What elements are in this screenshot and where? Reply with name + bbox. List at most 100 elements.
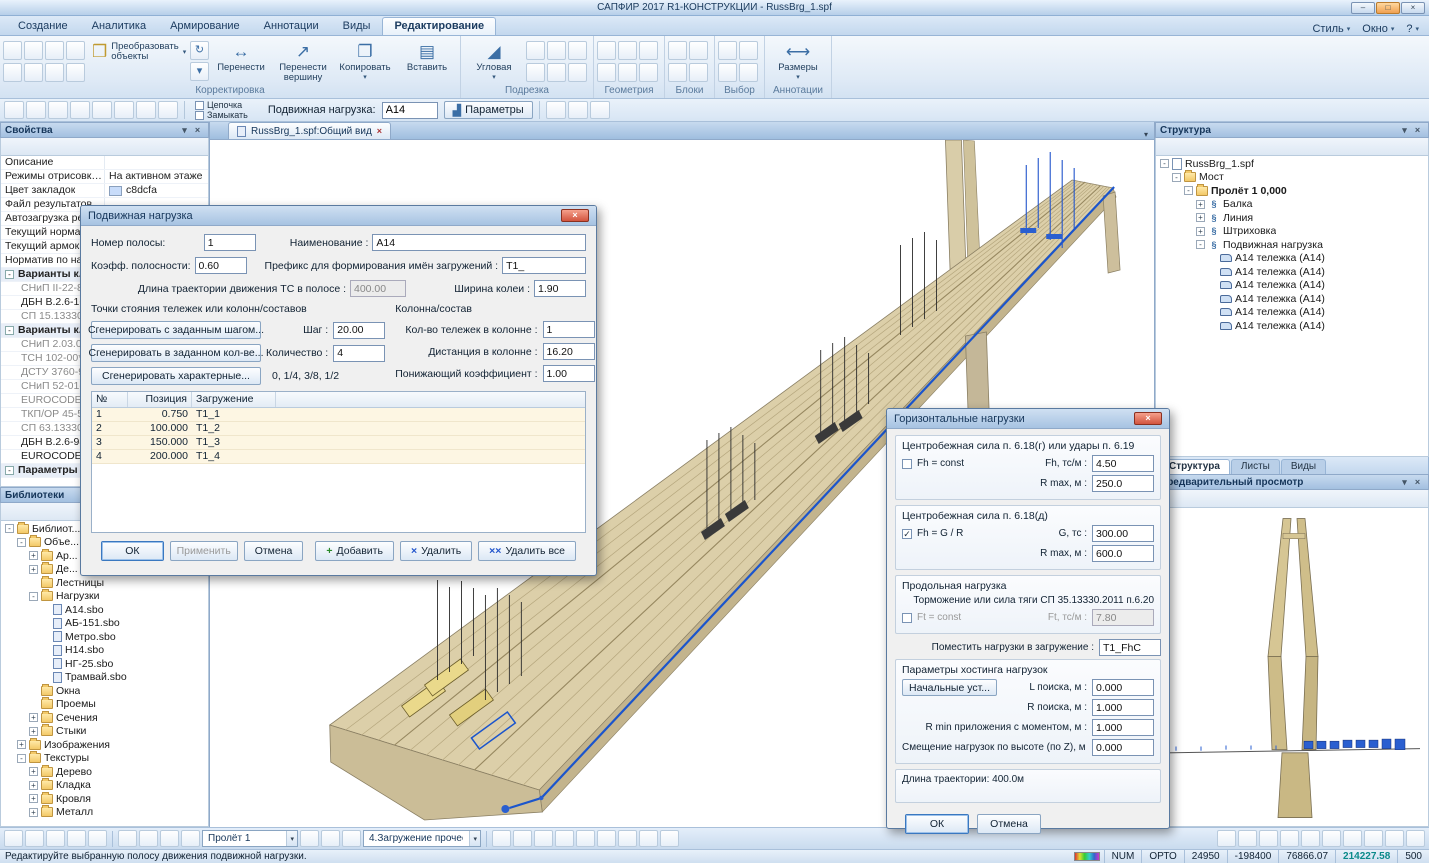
tree-expander[interactable]: + — [29, 727, 38, 736]
window-icon[interactable] — [597, 830, 616, 847]
quick-access-icon[interactable] — [38, 1, 53, 14]
property-value[interactable]: c8dcfa — [105, 184, 208, 197]
num-lock-indicator[interactable]: NUM — [1104, 850, 1142, 863]
draw-tool-icon[interactable] — [4, 101, 24, 119]
window-menu[interactable]: Окно▾ — [1362, 23, 1394, 35]
close-button[interactable]: × — [1401, 2, 1425, 14]
snap-icon[interactable] — [1280, 830, 1299, 847]
structure-tree-item[interactable]: + § Линия — [1156, 211, 1428, 225]
loadcase-icon[interactable] — [321, 830, 340, 847]
structure-tree-item[interactable]: + § Штриховка — [1156, 225, 1428, 239]
lane-number-input[interactable] — [204, 234, 256, 251]
display-icon[interactable] — [181, 830, 200, 847]
structure-tree-item[interactable]: A14 тележка (A14) — [1156, 292, 1428, 306]
edit-tool-icon[interactable] — [3, 63, 22, 82]
viewport-tab[interactable]: RussBrg_1.spf:Общий вид × — [228, 122, 391, 139]
library-tree-item[interactable]: H14.sbo — [1, 644, 208, 658]
view-mode-icon[interactable] — [88, 830, 107, 847]
cancel-button[interactable]: Отмена — [244, 541, 304, 561]
edit-tool-icon[interactable] — [45, 41, 64, 60]
snap-icon[interactable] — [1322, 830, 1341, 847]
block-tool-icon[interactable] — [689, 63, 708, 82]
tree-expander[interactable]: - — [1196, 240, 1205, 249]
rmax2-input[interactable] — [1092, 545, 1154, 562]
edit-mode-icon[interactable] — [139, 830, 158, 847]
draw-tool-icon[interactable] — [136, 101, 156, 119]
tree-expander[interactable]: + — [29, 767, 38, 776]
draw-tool-icon[interactable] — [70, 101, 90, 119]
dialog-close-button[interactable]: × — [1134, 412, 1162, 425]
select-tool-icon[interactable] — [718, 63, 737, 82]
lane-coeff-input[interactable] — [195, 257, 247, 274]
panel-close-icon[interactable]: × — [191, 125, 204, 135]
properties-tool-icon[interactable] — [42, 139, 59, 154]
select-tool-icon[interactable] — [739, 63, 758, 82]
menu-tab[interactable]: Создание — [6, 17, 80, 35]
move-button[interactable]: ↔ Перенести — [211, 39, 271, 75]
libraries-tool-icon[interactable] — [42, 504, 59, 519]
tree-expander[interactable]: + — [1196, 227, 1205, 236]
structure-tool-icon[interactable] — [1197, 139, 1214, 154]
tree-expander[interactable]: + — [29, 551, 38, 560]
quick-access-icon[interactable] — [72, 1, 87, 14]
copy-button[interactable]: ❐ Копировать ▾ — [335, 39, 395, 83]
preview-tool-icon[interactable] — [1178, 491, 1195, 506]
checkbox-icon[interactable] — [195, 101, 204, 110]
libraries-tool-icon[interactable] — [61, 504, 78, 519]
rsearch-input[interactable] — [1092, 699, 1154, 716]
draw-tool-icon[interactable] — [114, 101, 134, 119]
dialog-close-button[interactable]: × — [561, 209, 589, 222]
properties-tool-icon[interactable] — [61, 139, 78, 154]
tree-expander[interactable]: - — [1172, 173, 1181, 182]
property-value[interactable]: На активном этаже — [105, 170, 208, 183]
place-load-input[interactable] — [1099, 639, 1161, 656]
draw-tool-icon[interactable] — [158, 101, 178, 119]
library-tree-item[interactable]: + Дерево — [1, 765, 208, 779]
trim-tool-icon[interactable] — [526, 63, 545, 82]
table-row[interactable]: 1 0.750 T1_1 — [92, 408, 585, 422]
initial-settings-button[interactable]: Начальные уст... — [902, 679, 997, 696]
panel-close-icon[interactable]: × — [1411, 477, 1424, 487]
draw-tool-icon[interactable] — [26, 101, 46, 119]
quick-access-icon[interactable] — [89, 1, 104, 14]
step-input[interactable] — [333, 322, 385, 339]
display-icon[interactable] — [160, 830, 179, 847]
select-tool-icon[interactable] — [739, 41, 758, 60]
edit-mode-icon[interactable] — [118, 830, 137, 847]
snap-icon[interactable] — [1364, 830, 1383, 847]
rmin-input[interactable] — [1092, 719, 1154, 736]
rotate-options-dropdown[interactable]: ▾ — [190, 62, 209, 81]
library-tree-item[interactable]: - Текстуры — [1, 752, 208, 766]
geometry-tool-icon[interactable] — [597, 63, 616, 82]
paste-button[interactable]: ▤ Вставить — [397, 39, 457, 75]
snap-icon[interactable] — [1301, 830, 1320, 847]
loadcase-icon[interactable] — [300, 830, 319, 847]
tree-expander[interactable]: + — [29, 713, 38, 722]
structure-tree-item[interactable]: - Пролёт 1 0,000 — [1156, 184, 1428, 198]
edit-tool-icon[interactable] — [66, 41, 85, 60]
library-tree-item[interactable]: + Сечения — [1, 711, 208, 725]
section-expander[interactable]: - — [5, 270, 14, 279]
library-tree-item[interactable]: + Металл — [1, 806, 208, 820]
chevron-down-icon[interactable]: ▾ — [286, 831, 297, 846]
minimize-button[interactable]: – — [1351, 2, 1375, 14]
tree-expander[interactable]: + — [29, 794, 38, 803]
view-mode-icon[interactable] — [25, 830, 44, 847]
tree-expander[interactable]: + — [17, 740, 26, 749]
tree-expander[interactable]: - — [5, 524, 14, 533]
tree-expander[interactable]: - — [17, 538, 26, 547]
window-icon[interactable] — [660, 830, 679, 847]
add-row-button[interactable]: +Добавить — [315, 541, 394, 561]
tree-expander[interactable]: + — [29, 565, 38, 574]
style-menu[interactable]: Стиль▾ — [1312, 23, 1350, 35]
library-tree-item[interactable]: АБ-151.sbo — [1, 617, 208, 631]
g-input[interactable] — [1092, 525, 1154, 542]
structure-tool-icon[interactable] — [1216, 139, 1233, 154]
load-tool-icon[interactable] — [568, 101, 588, 119]
right-panel-tab[interactable]: Виды — [1281, 459, 1326, 474]
quick-access-icon[interactable] — [21, 1, 36, 14]
window-icon[interactable] — [576, 830, 595, 847]
preview-tool-icon[interactable] — [1197, 491, 1214, 506]
maximize-button[interactable]: □ — [1376, 2, 1400, 14]
help-menu[interactable]: ?▾ — [1406, 23, 1419, 35]
